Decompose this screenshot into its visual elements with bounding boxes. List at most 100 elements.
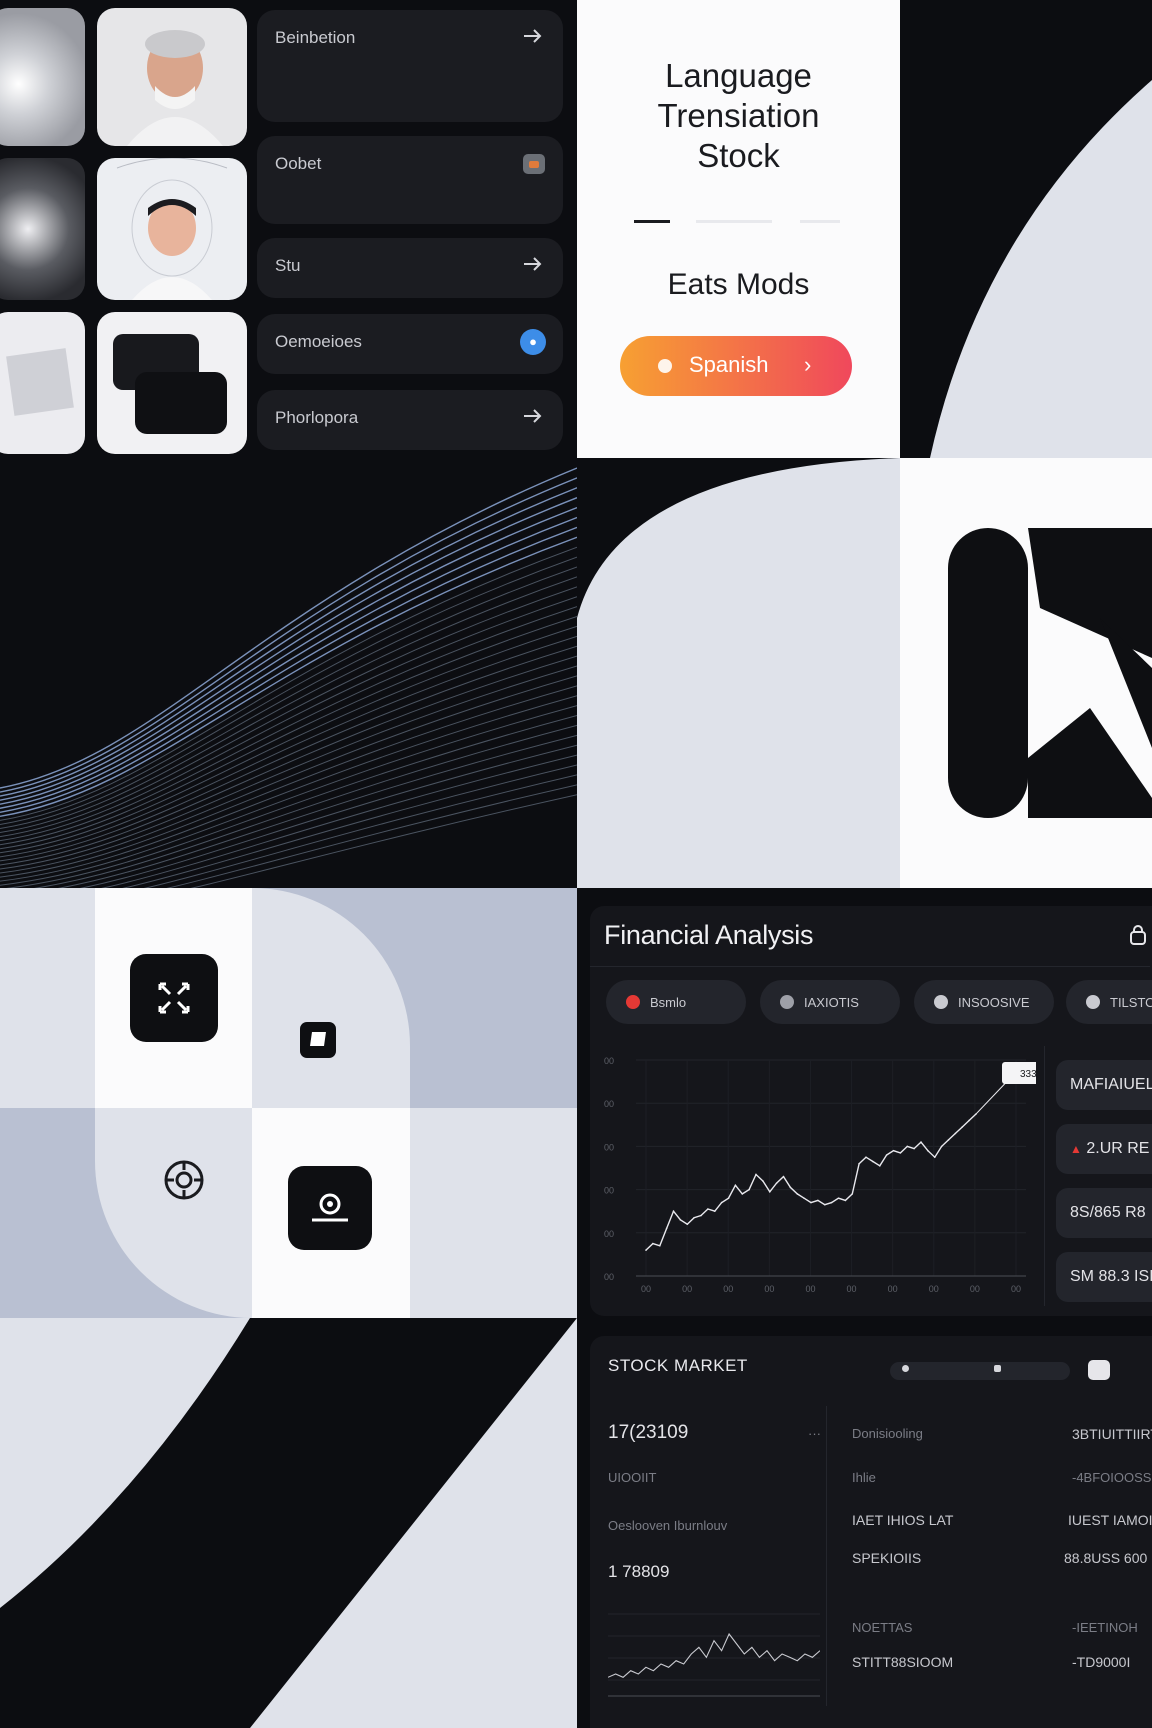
stock-label: Ihlie [852,1470,876,1485]
stock-row-value: 1 78809 [608,1562,670,1581]
stock-value: -4BFOIOOSSIS [1072,1470,1152,1485]
stock-value: 88.8USS 600 [1064,1550,1148,1566]
x-tick-label: 00 [888,1284,898,1294]
pager-dot-active[interactable] [634,220,670,223]
y-tick-label: 00 [604,1229,614,1239]
circle-icon [1086,995,1100,1009]
more-icon[interactable]: ··· [808,1426,821,1441]
menu-item-label: Stu [275,256,301,275]
target-settings-icon[interactable] [160,1156,208,1204]
metric-value: MAFIAIUEL [1070,1076,1152,1093]
title-line: Language [665,57,812,94]
pager-dot[interactable] [696,220,772,223]
menu-item-label: Oobet [275,154,322,173]
stock-value: -IEETINOH [1072,1620,1138,1635]
arrow-right-icon [524,29,542,43]
expand-tool-button[interactable] [130,954,218,1042]
metric-pill-4[interactable]: SM 88.3 ISI [1056,1252,1152,1302]
toggle-button[interactable] [1088,1360,1110,1380]
thumbnail-abstract-2[interactable] [0,158,85,300]
series-line [645,1113,977,1251]
data-point [872,1160,874,1163]
data-point [796,1193,799,1195]
data-point [933,1156,936,1158]
data-point [817,1199,819,1202]
menu-item-5[interactable]: Phorlopora [257,390,563,450]
data-point [844,1199,847,1202]
pager-indicator[interactable] [634,220,844,224]
data-point [940,1145,943,1148]
data-point [927,1149,929,1152]
small-square-button[interactable] [300,1022,336,1058]
data-point [679,1219,682,1221]
menu-item-3[interactable]: Stu [257,238,563,298]
data-point [652,1242,654,1245]
financial-line-chart[interactable]: 00 00 00 00 00 00 00 00 00 00 00 00 00 00 00 00 33309 [596,1040,1036,1306]
filter-chip-3[interactable]: INSOOSIVE [914,980,1054,1024]
data-point [707,1208,709,1210]
divider [1044,1046,1045,1306]
stock-label: SPEKIOIIS [852,1550,922,1566]
x-tick-label: 00 [970,1284,980,1294]
mini-stock-chart[interactable] [608,1604,820,1704]
menu-item-2[interactable]: Oobet [257,136,563,224]
info-badge-icon: ● [520,329,546,355]
menu-item-label: Oemoeioes [275,332,362,351]
thumbnail-device-2[interactable] [97,312,247,454]
filter-chip-4[interactable]: TILSTOI [1066,980,1152,1024]
financial-analysis-panel: Financial Analysis Bsmlo IAXIOTIS INSOOS… [590,906,1152,1316]
metric-pill-1[interactable]: MAFIAIUEL [1056,1060,1152,1110]
file-icon [310,1032,326,1046]
thumbnail-portrait-2[interactable] [97,158,247,300]
y-tick-label: 00 [604,1272,614,1282]
chip-label: INSOOSIVE [958,995,1030,1010]
filter-icon [994,1365,1001,1372]
metric-pill-2[interactable]: ▲ 2.UR RE [1056,1124,1152,1174]
stock-value: -TD9000I [1072,1654,1131,1670]
stock-label: STITT88SIOOM [852,1654,954,1670]
language-card-title: Language Trensiation Stock [577,56,900,176]
data-point [775,1182,778,1184]
camera-tool-button[interactable] [288,1166,372,1250]
y-tick-label: 00 [604,1056,614,1066]
filter-chip-2[interactable]: IAXIOTIS [760,980,900,1024]
data-point [720,1201,723,1204]
data-point [762,1180,764,1182]
geometric-artwork-top [900,0,1152,458]
data-point [885,1154,888,1156]
data-point [782,1175,785,1178]
data-point [954,1132,957,1135]
pager-dot[interactable] [800,220,840,223]
thumbnail-device-1[interactable] [0,312,85,454]
data-point [658,1244,661,1247]
data-point [727,1197,730,1200]
metric-value: 8S/865 R8 [1070,1204,1146,1221]
thumbnail-portrait-1[interactable] [97,8,247,146]
x-tick-label: 00 [641,1284,651,1294]
data-point [823,1203,826,1206]
filter-chip-1[interactable]: Bsmlo [606,980,746,1024]
chevron-right-icon: › [804,352,812,377]
data-point [700,1214,702,1217]
clock-icon [780,995,794,1009]
metric-pill-3[interactable]: 8S/865 R8 [1056,1188,1152,1238]
menu-item-4[interactable]: Oemoeioes ● [257,314,563,374]
data-point [665,1227,668,1230]
data-point [878,1165,881,1167]
lock-icon[interactable] [1128,924,1148,946]
image-badge-icon [523,154,545,174]
stock-value: IUEST IAMOIDR [1068,1512,1152,1528]
stock-row-label: Oeslooven Iburnlouv [608,1518,728,1533]
stock-search-bar[interactable] [890,1362,1070,1380]
menu-item-label: Beinbetion [275,28,356,47]
alert-icon: ▲ [1070,1142,1082,1156]
thumbnail-abstract-1[interactable] [0,8,85,146]
data-point [713,1210,716,1212]
menu-item-1[interactable]: Beinbetion [257,10,563,122]
stock-value: 3BTIUITTIIRT [1072,1426,1152,1442]
data-point [961,1126,964,1128]
data-point [851,1193,854,1195]
language-select-button[interactable]: Spanish › [620,336,852,396]
portrait-image [127,30,223,146]
divider [826,1406,827,1706]
